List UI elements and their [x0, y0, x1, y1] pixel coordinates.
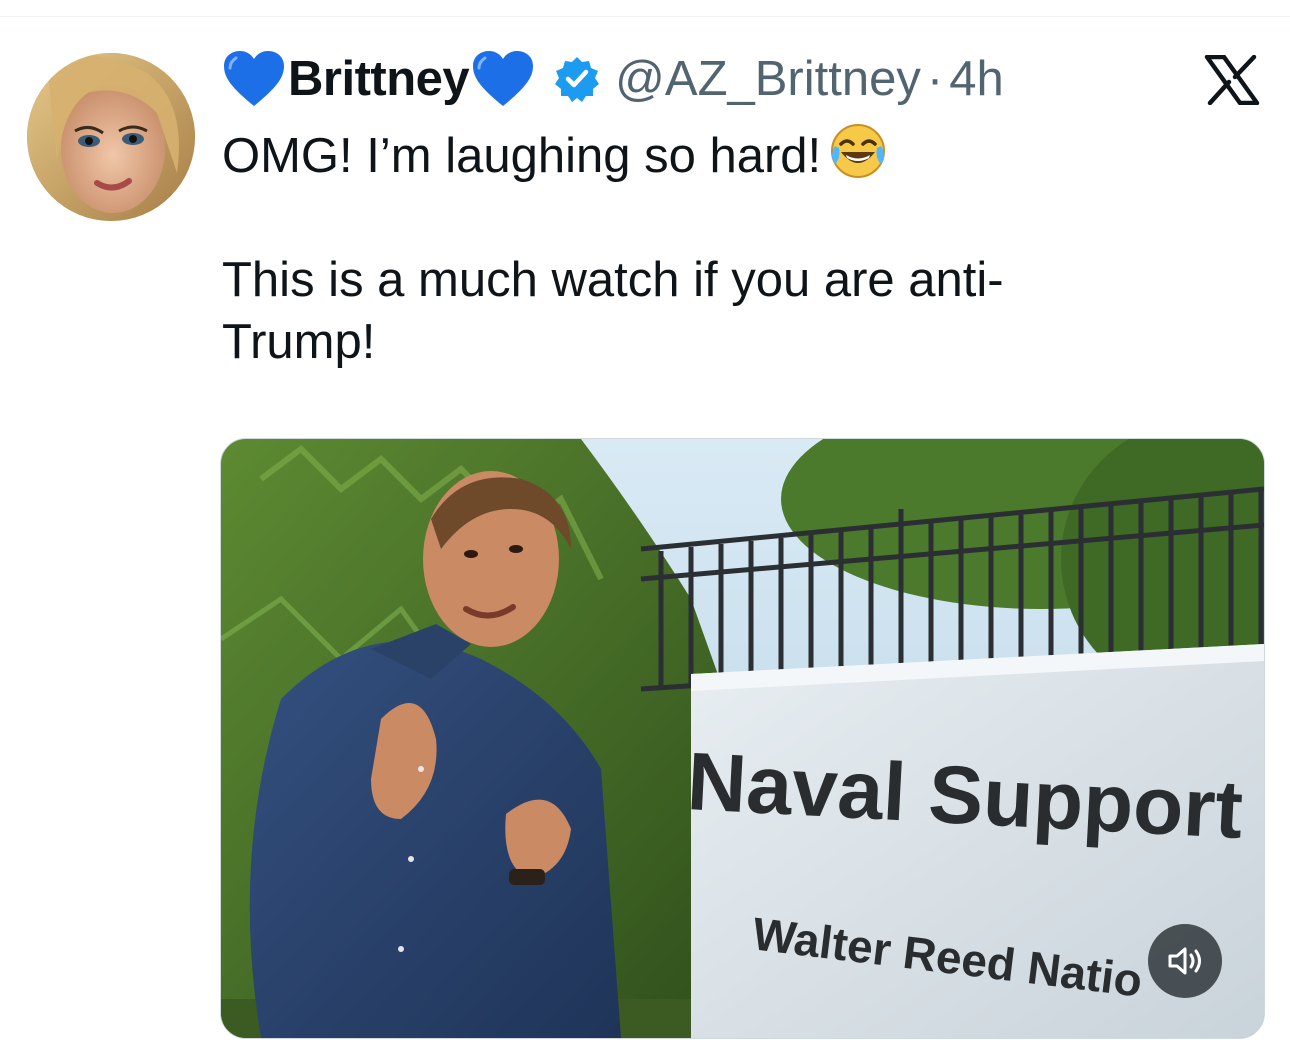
tweet-text-line-3: Trump!: [222, 315, 376, 369]
tweet-text-line-1: OMG! I’m laughing so hard!: [222, 129, 822, 183]
x-logo-icon[interactable]: [1204, 55, 1260, 105]
top-divider: [0, 16, 1290, 17]
tweet-text-line: OMG! I’m laughing so hard!: [222, 122, 1222, 187]
tweet-header: Brittney @AZ_Brittney · 4h: [222, 44, 1004, 114]
tweet-text-gap: [222, 187, 1222, 249]
video-player[interactable]: Naval Support Walter Reed Natio: [220, 438, 1265, 1039]
display-name[interactable]: Brittney: [288, 51, 470, 107]
verified-badge-icon[interactable]: [553, 55, 601, 103]
face-with-tears-of-joy-icon: [829, 122, 887, 180]
avatar-image: [27, 53, 195, 221]
tweet-text-line-2: This is a much watch if you are anti-: [222, 253, 1004, 307]
blue-heart-icon: [222, 50, 286, 108]
separator-dot: ·: [926, 52, 944, 106]
sound-toggle-button[interactable]: [1148, 924, 1222, 998]
video-frame: Naval Support Walter Reed Natio: [221, 439, 1264, 1038]
timestamp[interactable]: 4h: [949, 51, 1004, 107]
tweet-text: OMG! I’m laughing so hard! This is a muc…: [222, 122, 1222, 373]
speaker-icon: [1168, 947, 1201, 975]
avatar[interactable]: [27, 53, 195, 221]
user-handle[interactable]: @AZ_Brittney: [615, 51, 921, 107]
blue-heart-icon: [471, 50, 535, 108]
